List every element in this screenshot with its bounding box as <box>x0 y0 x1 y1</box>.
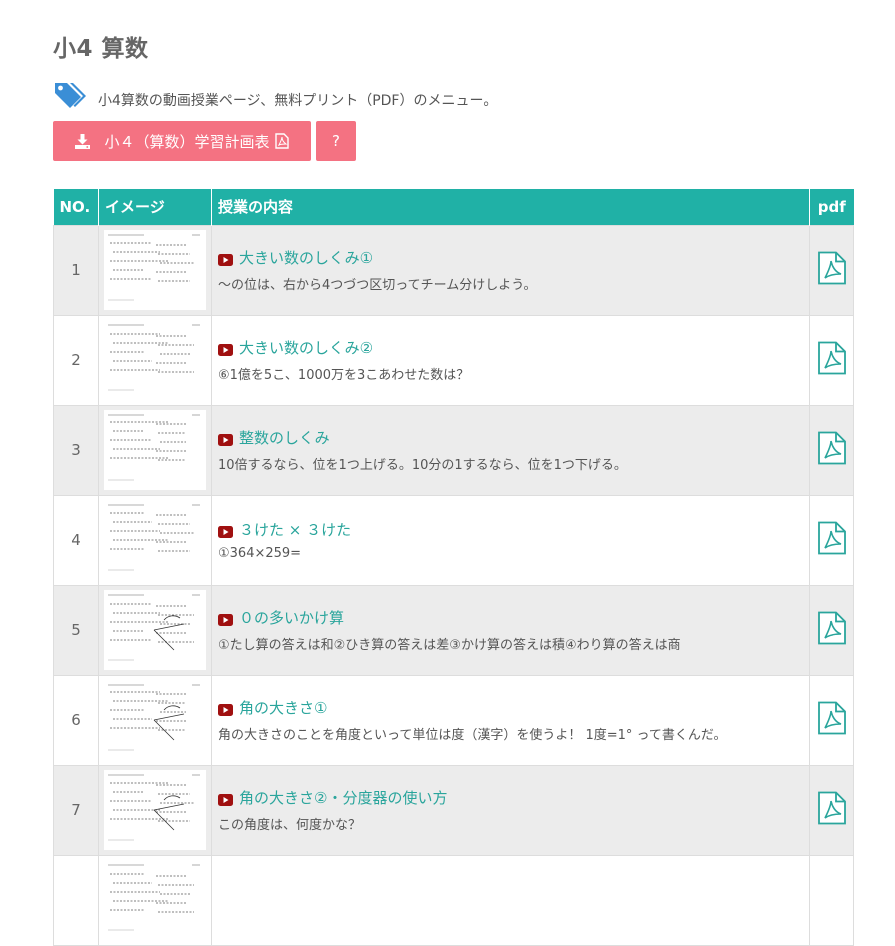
lesson-video-link[interactable]: 角の大きさ②・分度器の使い方 <box>218 787 803 808</box>
lesson-content-cell: 整数のしくみ 10倍するなら、位を1つ上げる。10分の1するなら、位を1つ下げる… <box>211 404 810 496</box>
lesson-title: 整数のしくみ <box>239 429 330 447</box>
lesson-video-link[interactable]: 大きい数のしくみ② <box>218 337 803 358</box>
header-no: NO. <box>53 189 99 225</box>
download-icon <box>75 133 91 149</box>
worksheet-thumbnail[interactable] <box>104 500 206 580</box>
button-row: 小４（算数）学習計画表 ? <box>53 121 356 161</box>
pdf-cell <box>809 494 854 586</box>
page-title: 小4 算数 <box>53 36 149 62</box>
pdf-file-icon[interactable] <box>817 251 847 285</box>
lesson-description: ①364×259= <box>218 546 302 561</box>
table-row: 1 大きい数のしくみ① 〜の位は、右から4つづつ区切ってチーム分けしよう。 <box>53 224 854 316</box>
pdf-file-icon[interactable] <box>817 611 847 645</box>
row-number: 6 <box>53 674 99 766</box>
pdf-file-icon[interactable] <box>817 791 847 825</box>
row-number: 7 <box>53 764 99 856</box>
description-text: 小4算数の動画授業ページ、無料プリント（PDF）のメニュー。 <box>98 93 498 109</box>
tags-icon <box>53 80 87 110</box>
lesson-description: この角度は、何度かな？ <box>218 818 362 833</box>
row-number: 1 <box>53 224 99 316</box>
header-image: イメージ <box>98 189 212 225</box>
lesson-description: ⑥1億を5こ、1000万を3こあわせた数は？ <box>218 368 470 383</box>
worksheet-thumbnail[interactable] <box>104 860 206 940</box>
table-row: 5 ０の多いかけ算 ①たし算の答えは和②ひき算の答えは差③かけ算の答えは積④わり… <box>53 584 854 676</box>
worksheet-thumbnail[interactable] <box>104 680 206 760</box>
worksheet-thumbnail[interactable] <box>104 230 206 310</box>
lesson-video-link[interactable]: ３けた × ３けた <box>218 519 803 540</box>
table-row: 6 角の大きさ① 角の大きさのことを角度といって単位は度（漢字）を使うよ！ 1度… <box>53 674 854 766</box>
lesson-table: NO. イメージ 授業の内容 pdf 1 大きい数のしくみ① 〜の位は、右から4… <box>53 189 854 946</box>
thumbnail-cell <box>98 314 212 406</box>
lesson-video-link[interactable]: ０の多いかけ算 <box>218 607 803 628</box>
table-header-row: NO. イメージ 授業の内容 pdf <box>53 189 854 225</box>
lesson-video-link[interactable]: 整数のしくみ <box>218 427 803 448</box>
pdf-cell <box>809 764 854 856</box>
table-row: 7 角の大きさ②・分度器の使い方 この角度は、何度かな？ <box>53 764 854 856</box>
lesson-description: 角の大きさのことを角度といって単位は度（漢字）を使うよ！ 1度=1° って書くん… <box>218 728 727 743</box>
pdf-file-icon <box>274 133 289 149</box>
pdf-cell <box>809 584 854 676</box>
row-number: 2 <box>53 314 99 406</box>
thumbnail-cell <box>98 224 212 316</box>
row-number: 5 <box>53 584 99 676</box>
thumbnail-cell <box>98 404 212 496</box>
lesson-title: 角の大きさ②・分度器の使い方 <box>239 789 448 807</box>
youtube-play-icon <box>218 432 233 446</box>
thumbnail-cell <box>98 494 212 586</box>
pdf-cell <box>809 854 854 946</box>
lesson-content-cell: ０の多いかけ算 ①たし算の答えは和②ひき算の答えは差③かけ算の答えは積④わり算の… <box>211 584 810 676</box>
lesson-content-cell: 角の大きさ②・分度器の使い方 この角度は、何度かな？ <box>211 764 810 856</box>
thumbnail-cell <box>98 674 212 766</box>
youtube-play-icon <box>218 702 233 716</box>
pdf-file-icon[interactable] <box>817 341 847 375</box>
youtube-play-icon <box>218 252 233 266</box>
pdf-cell <box>809 404 854 496</box>
worksheet-thumbnail[interactable] <box>104 590 206 670</box>
lesson-title: 角の大きさ① <box>239 699 328 717</box>
lesson-title: 大きい数のしくみ② <box>239 339 374 357</box>
lesson-title: 大きい数のしくみ① <box>239 249 374 267</box>
lesson-description: 10倍するなら、位を1つ上げる。10分の1するなら、位を1つ下げる。 <box>218 458 627 473</box>
row-number <box>53 854 99 946</box>
pdf-cell <box>809 314 854 406</box>
lesson-description: 〜の位は、右から4つづつ区切ってチーム分けしよう。 <box>218 278 537 293</box>
thumbnail-cell <box>98 764 212 856</box>
lesson-title: ０の多いかけ算 <box>239 609 345 627</box>
table-row <box>53 854 854 946</box>
lesson-content-cell: 角の大きさ① 角の大きさのことを角度といって単位は度（漢字）を使うよ！ 1度=1… <box>211 674 810 766</box>
lesson-title: ３けた × ３けた <box>239 521 352 539</box>
worksheet-thumbnail[interactable] <box>104 770 206 850</box>
youtube-play-icon <box>218 792 233 806</box>
pdf-cell <box>809 674 854 766</box>
table-row: 2 大きい数のしくみ② ⑥1億を5こ、1000万を3こあわせた数は？ <box>53 314 854 406</box>
header-pdf: pdf <box>809 189 854 225</box>
lesson-video-link[interactable]: 大きい数のしくみ① <box>218 247 803 268</box>
lesson-description: ①たし算の答えは和②ひき算の答えは差③かけ算の答えは積④わり算の答えは商 <box>218 638 681 653</box>
header-content: 授業の内容 <box>211 189 810 225</box>
pdf-file-icon[interactable] <box>817 521 847 555</box>
pdf-cell <box>809 224 854 316</box>
table-row: 4 ３けた × ３けた ①364×259= <box>53 494 854 586</box>
worksheet-thumbnail[interactable] <box>104 410 206 490</box>
row-number: 3 <box>53 404 99 496</box>
pdf-file-icon[interactable] <box>817 701 847 735</box>
pdf-file-icon[interactable] <box>817 431 847 465</box>
lesson-content-cell: ３けた × ３けた ①364×259= <box>211 494 810 586</box>
thumbnail-cell <box>98 584 212 676</box>
table-row: 3 整数のしくみ 10倍するなら、位を1つ上げる。10分の1するなら、位を1つ下… <box>53 404 854 496</box>
study-plan-download-button[interactable]: 小４（算数）学習計画表 <box>53 121 311 161</box>
youtube-play-icon <box>218 612 233 626</box>
lesson-content-cell: 大きい数のしくみ② ⑥1億を5こ、1000万を3こあわせた数は？ <box>211 314 810 406</box>
lesson-content-cell <box>211 854 810 946</box>
page-description: 小4算数の動画授業ページ、無料プリント（PDF）のメニュー。 <box>53 80 497 110</box>
lesson-content-cell: 大きい数のしくみ① 〜の位は、右から4つづつ区切ってチーム分けしよう。 <box>211 224 810 316</box>
youtube-play-icon <box>218 342 233 356</box>
lesson-video-link[interactable]: 角の大きさ① <box>218 697 803 718</box>
study-plan-label: 小４（算数）学習計画表 <box>104 132 270 151</box>
thumbnail-cell <box>98 854 212 946</box>
help-button[interactable]: ? <box>316 121 356 161</box>
worksheet-thumbnail[interactable] <box>104 320 206 400</box>
row-number: 4 <box>53 494 99 586</box>
youtube-play-icon <box>218 524 233 538</box>
